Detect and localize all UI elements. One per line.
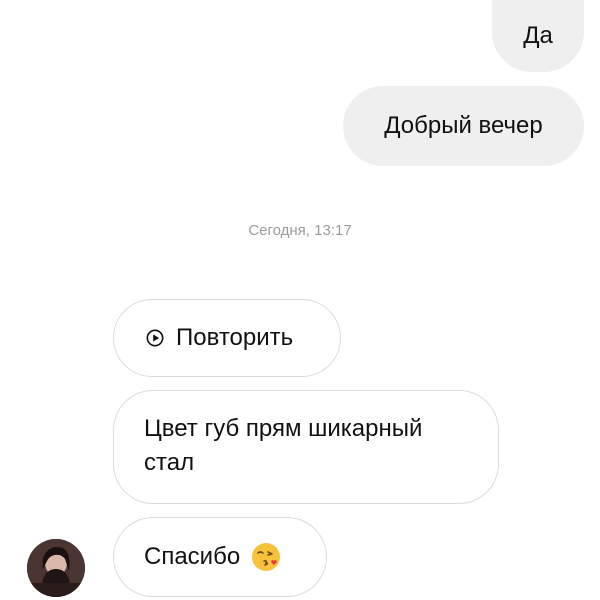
message-text: Добрый вечер [384, 112, 543, 139]
chat-thread: Да Добрый вечер Сегодня, 13:17 Повторить… [0, 0, 600, 600]
replay-label: Повторить [176, 324, 294, 351]
avatar-image [27, 539, 85, 597]
sent-message-bubble[interactable]: Да [492, 0, 584, 72]
face-blowing-kiss-emoji [252, 543, 281, 571]
message-timestamp: Сегодня, 13:17 [248, 222, 352, 239]
received-message-bubble[interactable]: Спасибо [113, 517, 327, 597]
received-message-bubble[interactable]: Цвет губ прям шикарный стал [113, 390, 499, 504]
play-circle-icon [146, 329, 164, 347]
replay-button[interactable]: Повторить [113, 299, 341, 377]
sent-message-bubble[interactable]: Добрый вечер [343, 86, 584, 166]
contact-avatar[interactable] [27, 539, 85, 597]
message-text: Да [523, 22, 553, 49]
message-text: Спасибо [144, 543, 241, 570]
message-text: Цвет губ прям шикарный стал [144, 415, 423, 476]
